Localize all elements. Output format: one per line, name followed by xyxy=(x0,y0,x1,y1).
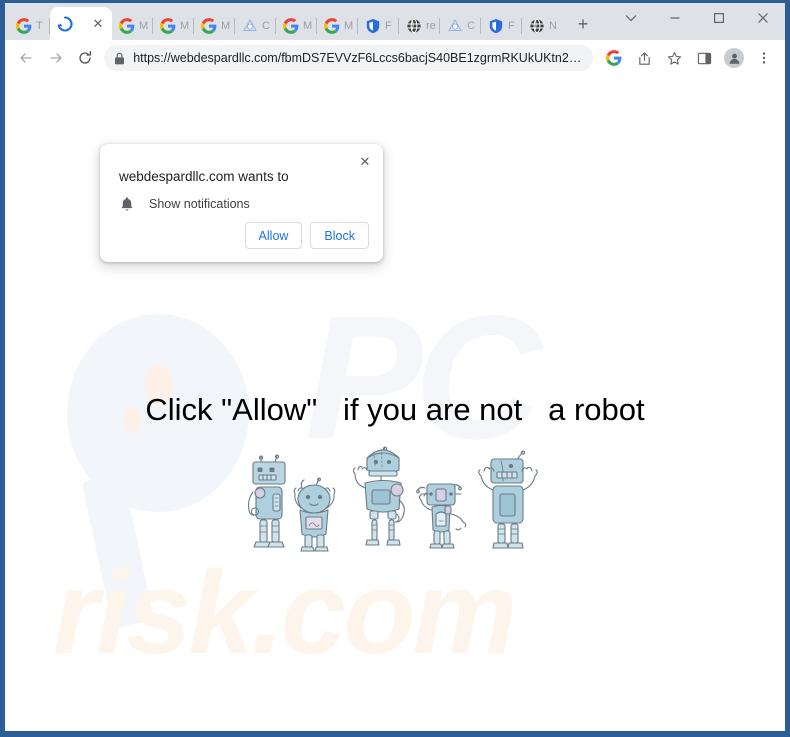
browser-window: T ✕ M M M C M M Fre C F N + https://webd… xyxy=(0,0,790,737)
tab-title: T xyxy=(36,19,43,32)
google-icon xyxy=(283,17,299,34)
google-icon xyxy=(201,17,217,34)
tab-8[interactable]: F xyxy=(358,11,399,40)
bookmark-star-icon[interactable] xyxy=(661,45,687,71)
globe-dark-icon xyxy=(529,18,545,34)
bell-icon xyxy=(119,196,135,212)
window-controls xyxy=(609,3,785,40)
bubble-close-button[interactable]: ✕ xyxy=(356,152,374,170)
tab-9[interactable]: re xyxy=(399,11,440,40)
five-cartoon-robots-svg xyxy=(247,446,538,552)
shield-blue-icon xyxy=(488,18,504,34)
google-icon xyxy=(324,17,340,34)
minimize-icon xyxy=(670,17,680,19)
arrow-left-icon xyxy=(20,53,32,63)
google-icon xyxy=(16,17,32,34)
robot-5 xyxy=(478,450,538,549)
tab-strip: T ✕ M M M C M M Fre C F N + xyxy=(5,3,785,40)
tab-title: C xyxy=(262,19,270,32)
address-bar[interactable]: https://webdespardllc.com/fbmDS7EVVzF6Lc… xyxy=(104,45,594,71)
tab-10[interactable]: C xyxy=(440,11,481,40)
chrome-menu-icon[interactable] xyxy=(751,45,777,71)
forward-button[interactable] xyxy=(43,44,69,72)
google-icon xyxy=(119,17,135,34)
tab-title: N xyxy=(549,19,557,32)
tab-6[interactable]: M xyxy=(276,11,317,40)
tab-11[interactable]: F xyxy=(481,11,522,40)
bubble-permission-row: Show notifications xyxy=(119,196,250,212)
globe-dark-icon xyxy=(406,18,422,34)
tab-title: M xyxy=(139,19,149,32)
tab-title: M xyxy=(180,19,190,32)
tab-list: T ✕ M M M C M M Fre C F N xyxy=(5,3,563,40)
tab-search-button[interactable] xyxy=(609,3,653,33)
reload-button[interactable] xyxy=(72,44,98,72)
chevron-down-icon xyxy=(625,15,637,22)
chrome-loading-icon xyxy=(57,15,73,32)
tab-title: M xyxy=(221,19,231,32)
tab-7[interactable]: M xyxy=(317,11,358,40)
tab-title: F xyxy=(508,19,515,32)
profile-avatar[interactable] xyxy=(721,45,747,71)
chrome-canary-icon xyxy=(242,18,258,34)
tab-title: re xyxy=(426,19,436,32)
robot-1 xyxy=(247,454,286,548)
tab-0[interactable]: T xyxy=(9,11,50,40)
google-lens-icon[interactable] xyxy=(601,45,627,71)
watermark-risk-text: risk.com xyxy=(53,547,517,679)
robots-illustration xyxy=(239,444,551,562)
tab-title: M xyxy=(344,19,354,32)
tab-5[interactable]: C xyxy=(235,11,276,40)
watermark-pc-text: PC xyxy=(305,280,541,476)
page-headline: Click "Allow" if you are not a robot xyxy=(145,392,645,427)
side-panel-icon[interactable] xyxy=(691,45,717,71)
block-button[interactable]: Block xyxy=(310,222,369,249)
close-icon xyxy=(758,13,768,23)
tab-3[interactable]: M xyxy=(153,11,194,40)
chrome-canary-icon xyxy=(447,18,463,34)
close-window-button[interactable] xyxy=(741,3,785,33)
tab-title: F xyxy=(385,19,392,32)
bubble-title: webdespardllc.com wants to xyxy=(119,169,289,184)
google-icon xyxy=(160,17,176,34)
tab-4[interactable]: M xyxy=(194,11,235,40)
minimize-button[interactable] xyxy=(653,3,697,33)
robot-3 xyxy=(352,446,405,546)
tab-12[interactable]: N xyxy=(522,11,563,40)
page-content: PC risk.com Click "Allow" if you are not… xyxy=(5,76,785,731)
bubble-actions: Allow Block xyxy=(244,222,369,249)
tab-close-button[interactable]: ✕ xyxy=(91,17,105,31)
maximize-button[interactable] xyxy=(697,3,741,33)
notification-permission-bubble: ✕ webdespardllc.com wants to Show notifi… xyxy=(100,144,383,262)
reload-icon xyxy=(79,50,92,64)
tab-2[interactable]: M xyxy=(112,11,153,40)
robot-2 xyxy=(293,477,336,552)
allow-button[interactable]: Allow xyxy=(244,222,303,249)
tab-title: C xyxy=(467,19,475,32)
shield-blue-icon xyxy=(365,18,381,34)
back-button[interactable] xyxy=(13,44,39,72)
maximize-icon xyxy=(714,13,725,24)
robot-4 xyxy=(416,483,467,549)
tab-1[interactable]: ✕ xyxy=(50,7,112,40)
browser-toolbar: https://webdespardllc.com/fbmDS7EVVzF6Lc… xyxy=(5,40,785,76)
share-icon[interactable] xyxy=(631,45,657,71)
bubble-permission-label: Show notifications xyxy=(149,197,250,211)
new-tab-button[interactable]: + xyxy=(569,10,597,38)
tab-title: M xyxy=(303,19,313,32)
url-text[interactable]: https://webdespardllc.com/fbmDS7EVVzF6Lc… xyxy=(133,51,583,65)
lock-icon xyxy=(114,52,125,65)
arrow-right-icon xyxy=(49,53,62,63)
